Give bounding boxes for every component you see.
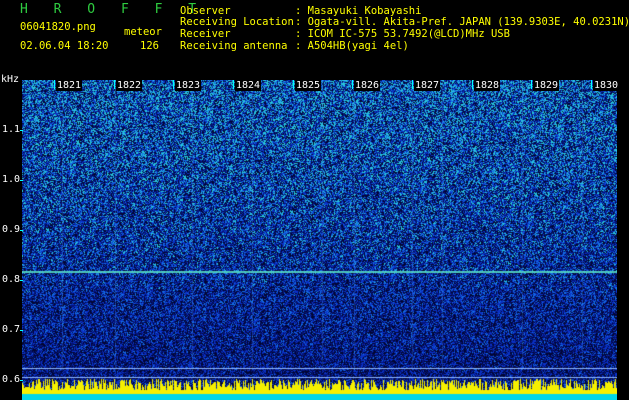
minute-line (472, 80, 473, 89)
minute-label-1829: 1829 (533, 80, 560, 91)
receiver-value: : ICOM IC-575 53.7492(@LCD)MHz USB (295, 28, 510, 40)
minute-line (591, 80, 592, 89)
minute-label-1824: 1824 (235, 80, 262, 91)
minute-label-1830: 1830 (593, 80, 620, 91)
y-tick-0-6: 0.6 (1, 374, 20, 385)
filename-label: 06041820.png (20, 21, 96, 33)
minute-line (531, 80, 532, 89)
minute-label-1822: 1822 (116, 80, 143, 91)
minute-label-1821: 1821 (56, 80, 83, 91)
spectrogram-canvas (22, 80, 617, 400)
minute-line (352, 80, 353, 89)
location-label: Receiving Location (180, 16, 294, 28)
antenna-label: Receiving antenna (180, 40, 288, 52)
meteor-count-label: meteor (124, 26, 162, 38)
minute-label-1827: 1827 (414, 80, 441, 91)
minute-line (233, 80, 234, 89)
y-mark (20, 380, 23, 381)
y-tick-0-7: 0.7 (1, 324, 20, 335)
minute-line (114, 80, 115, 89)
y-tick-1-1: 1.1 (1, 124, 20, 135)
y-tick-0-8: 0.8 (1, 274, 20, 285)
y-tick-1-0: 1.0 (1, 174, 20, 185)
receiver-label: Receiver (180, 28, 231, 40)
location-value: : Ogata-vill. Akita-Pref. JAPAN (139.930… (295, 16, 629, 28)
meteor-count-value: 126 (140, 40, 159, 52)
spectrogram-panel (22, 80, 617, 400)
minute-line (412, 80, 413, 89)
datetime-label: 02.06.04 18:20 (20, 40, 109, 52)
y-axis-unit: kHz (1, 74, 20, 85)
y-mark (20, 330, 23, 331)
antenna-value: : A504HB(yagi 4el) (295, 40, 409, 52)
minute-line (54, 80, 55, 89)
minute-line (173, 80, 174, 89)
minute-label-1823: 1823 (175, 80, 202, 91)
y-mark (20, 130, 23, 131)
y-mark (20, 280, 23, 281)
station-title: H R O F F T (20, 2, 206, 17)
y-tick-0-9: 0.9 (1, 224, 20, 235)
minute-label-1825: 1825 (295, 80, 322, 91)
y-mark (20, 180, 23, 181)
y-mark (20, 230, 23, 231)
minute-label-1826: 1826 (354, 80, 381, 91)
minute-line (293, 80, 294, 89)
minute-label-1828: 1828 (474, 80, 501, 91)
